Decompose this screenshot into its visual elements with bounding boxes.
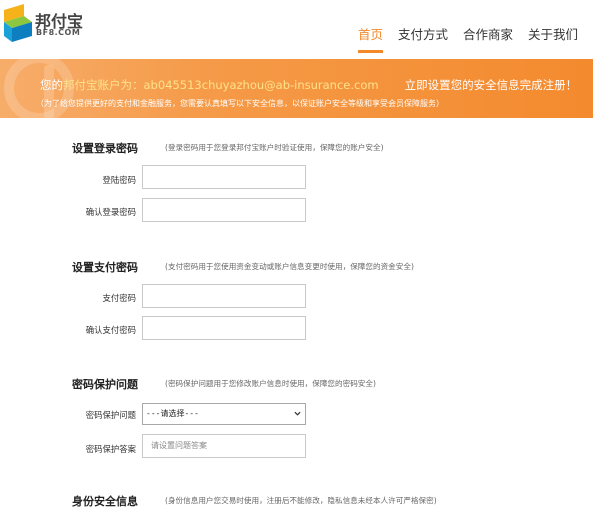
login-password-note: (登录密码用于您登录邦付宝账户时验证使用，保障您的账户安全) (165, 143, 384, 152)
pay-password-note: (支付密码用于您使用资金变动或账户信息变更时使用，保障您的资金安全) (165, 262, 414, 271)
login-password-input[interactable] (142, 165, 306, 189)
main-nav: 首页 支付方式 合作商家 关于我们 (358, 24, 578, 53)
pay-password-confirm-input[interactable] (142, 316, 306, 340)
pay-password-input[interactable] (142, 284, 306, 308)
security-question-title: 密码保护问题 (72, 378, 138, 391)
security-answer-label: 密码保护答案 (85, 444, 136, 454)
security-question-selected: ---请选择--- (146, 409, 199, 418)
security-question-select[interactable]: ---请选择--- (142, 403, 306, 425)
brand-logo[interactable]: 邦付宝 BF8.COM (4, 4, 84, 44)
site-header: 邦付宝 BF8.COM 首页 支付方式 合作商家 关于我们 (0, 0, 593, 58)
banner-call-to-action: 立即设置您的安全信息完成注册！ (404, 78, 578, 92)
nav-item-payment-methods[interactable]: 支付方式 (398, 24, 448, 53)
login-password-confirm-input[interactable] (142, 198, 306, 222)
banner-prefix: 您的 (40, 78, 63, 92)
login-password-title: 设置登录密码 (72, 142, 138, 155)
banner-account-email: ab045513chuyazhou@ab-insurance.com (143, 78, 379, 92)
nav-item-about-us[interactable]: 关于我们 (528, 24, 578, 53)
nav-item-partners[interactable]: 合作商家 (463, 24, 513, 53)
chevron-down-icon (294, 411, 301, 416)
pay-password-confirm-label: 确认支付密码 (85, 325, 136, 335)
login-password-confirm-label: 确认登录密码 (85, 207, 136, 217)
brand-domain: BF8.COM (36, 28, 81, 37)
security-answer-input[interactable]: 请设置问题答案 (142, 434, 306, 458)
registration-banner: 您的邦付宝账户为：ab045513chuyazhou@ab-insurance.… (0, 59, 593, 118)
identity-title: 身份安全信息 (72, 495, 138, 508)
login-password-label: 登陆密码 (102, 175, 137, 185)
banner-account-label: 邦付宝账户为： (63, 78, 144, 92)
banner-subtext: （为了给您提供更好的支付和金融服务，您需要认真填写以下安全信息，以保证账户安全等… (36, 99, 444, 108)
pay-password-label: 支付密码 (102, 293, 137, 303)
security-question-label: 密码保护问题 (85, 410, 136, 420)
pay-password-title: 设置支付密码 (72, 261, 138, 274)
nav-item-home[interactable]: 首页 (358, 24, 384, 53)
banner-account-line: 您的邦付宝账户为：ab045513chuyazhou@ab-insurance.… (40, 77, 577, 93)
identity-note: (身份信息用户您交易时使用，注册后不能修改，隐私信息未经本人许可严格保密) (165, 496, 437, 505)
security-question-note: (密码保护问题用于您修改账户信息时使用，保障您的密码安全) (165, 379, 376, 388)
logo-mark-icon (4, 4, 32, 42)
